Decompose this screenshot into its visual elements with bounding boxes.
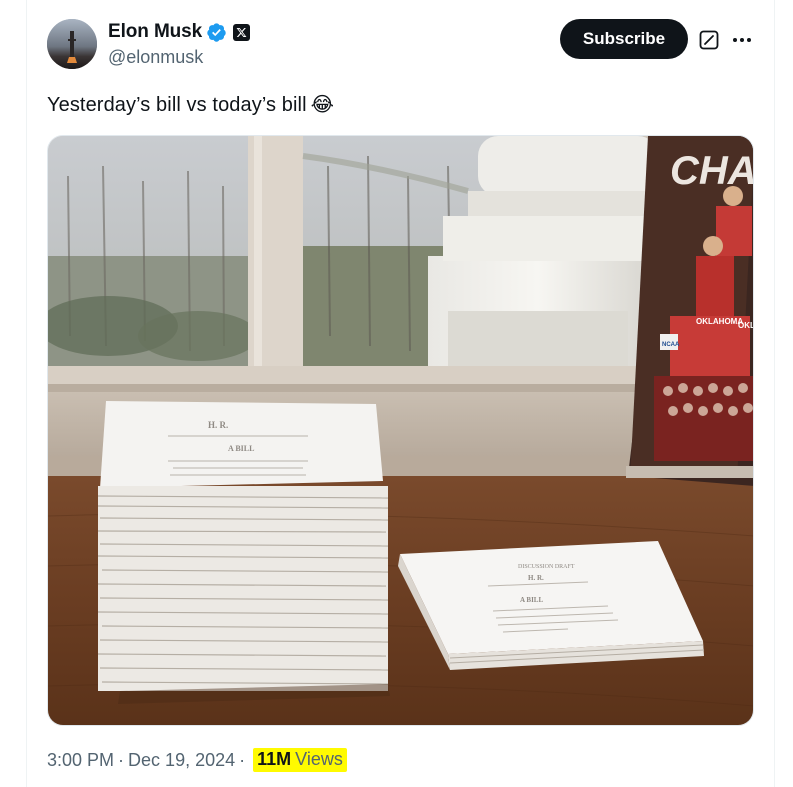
tweet-text-body: Yesterday’s bill vs today’s bill xyxy=(47,94,307,116)
short-paper-stack: DISCUSSION DRAFT H. R. A BILL xyxy=(398,541,705,670)
views-highlight[interactable]: 11M Views xyxy=(253,748,347,772)
poster-line-3: NCAA xyxy=(662,342,680,348)
author-name-row: Elon Musk xyxy=(108,20,251,44)
views-count: 11M xyxy=(257,749,292,769)
left-doc-hr: H. R. xyxy=(208,420,228,430)
laughing-emoji-icon: 😂 xyxy=(310,94,335,116)
views-label: Views xyxy=(295,749,343,769)
subscribe-button[interactable]: Subscribe xyxy=(560,19,688,59)
tall-paper-stack: H. R. A BILL xyxy=(97,401,390,704)
avatar-image xyxy=(47,19,97,69)
tweet-date[interactable]: Dec 19, 2024 xyxy=(128,750,235,771)
author-name[interactable]: Elon Musk xyxy=(108,21,202,43)
tweet-time[interactable]: 3:00 PM xyxy=(47,750,114,771)
meta-separator-2: · xyxy=(239,749,246,770)
more-icon[interactable] xyxy=(731,30,753,50)
photo-scene: CHA OKLAHOMA OKL NCAA H. R. A BILL DISCU… xyxy=(48,136,754,725)
x-logo-icon xyxy=(233,23,251,41)
verified-badge-icon[interactable] xyxy=(206,22,227,43)
tweet-photo[interactable]: CHA OKLAHOMA OKL NCAA H. R. A BILL DISCU… xyxy=(47,135,754,726)
poster-line-2: OKL xyxy=(738,321,754,330)
card-border-right xyxy=(774,0,775,787)
right-doc-bill: A BILL xyxy=(520,596,543,604)
right-doc-draft: DISCUSSION DRAFT xyxy=(518,564,575,570)
poster-title: CHA xyxy=(670,149,754,193)
left-doc-bill: A BILL xyxy=(228,444,254,453)
author-handle[interactable]: @elonmusk xyxy=(108,47,203,68)
tweet-meta: 3:00 PM · Dec 19, 2024 · 11M Views xyxy=(47,748,347,772)
tweet-text: Yesterday’s bill vs today’s bill 😂 xyxy=(47,92,334,117)
author-avatar[interactable] xyxy=(47,19,97,69)
card-border-left xyxy=(26,0,27,787)
right-doc-hr: H. R. xyxy=(528,574,544,582)
meta-separator: · xyxy=(118,749,125,770)
grok-icon[interactable] xyxy=(699,30,719,50)
poster-line-1: OKLAHOMA xyxy=(696,317,743,326)
